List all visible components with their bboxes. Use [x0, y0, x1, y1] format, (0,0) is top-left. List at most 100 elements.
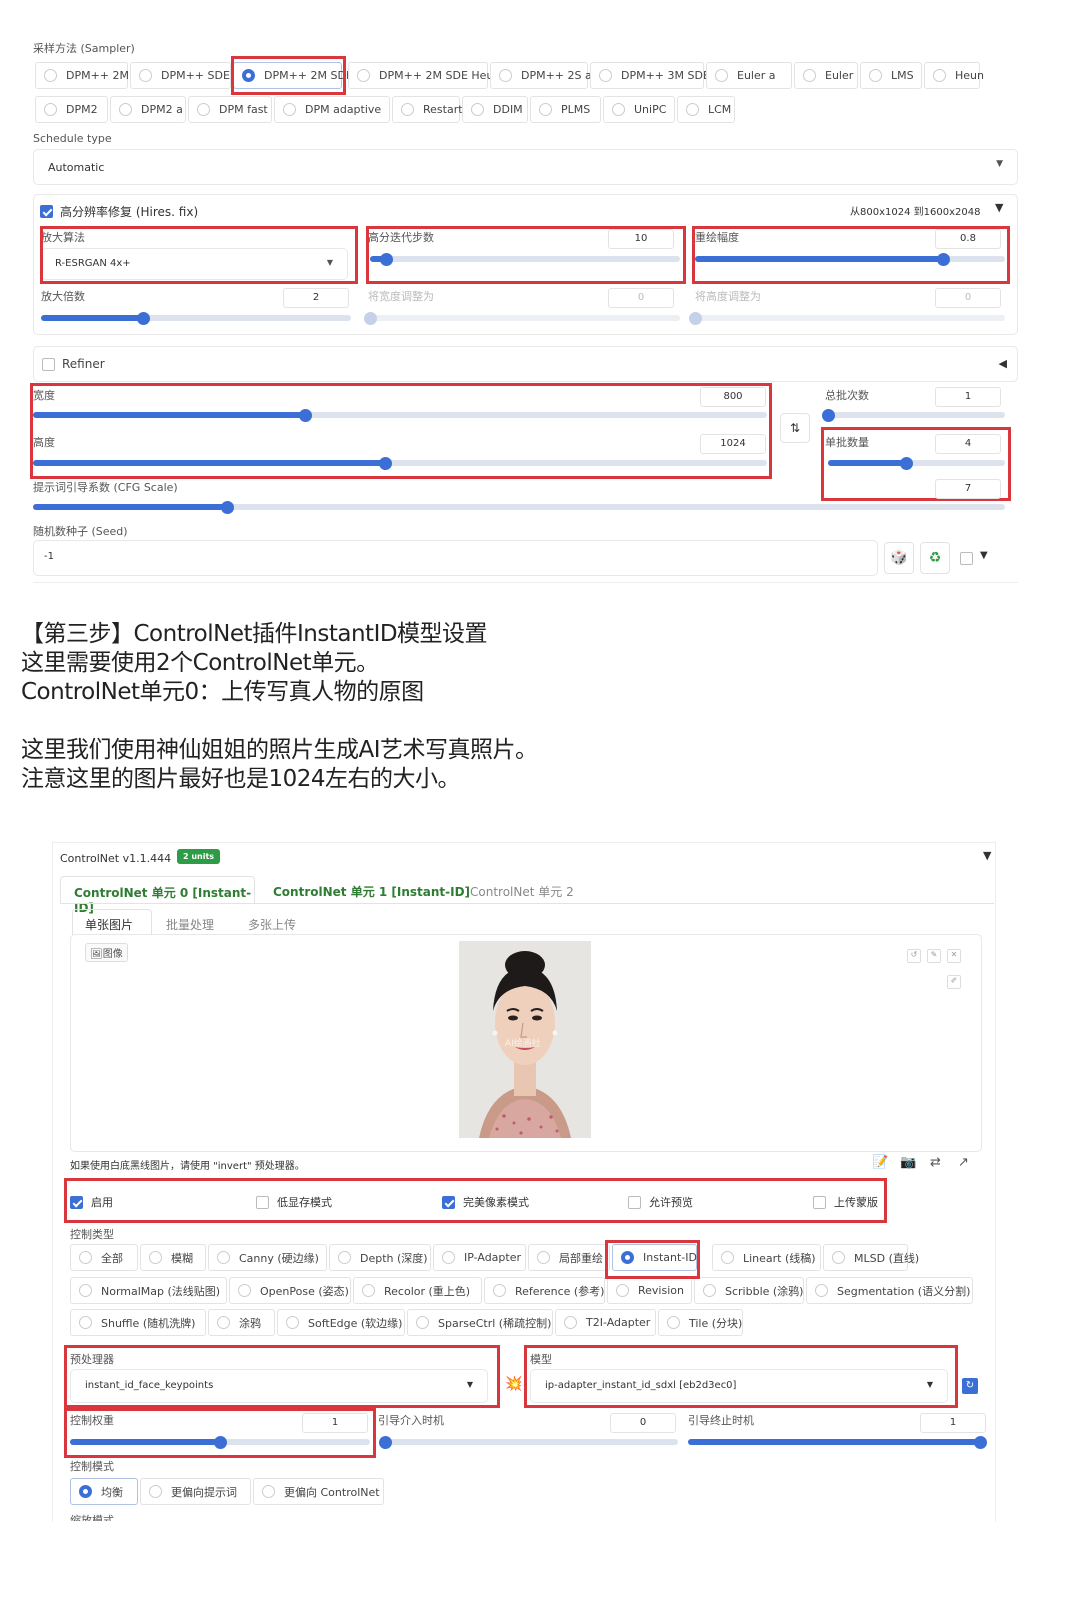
control-mode-item[interactable]: 更偏向提示词 — [140, 1478, 251, 1505]
width-input[interactable]: 800 — [700, 387, 766, 407]
batch-count-slider[interactable] — [822, 408, 1005, 422]
control-type-instant-id[interactable]: Instant-ID — [612, 1244, 697, 1271]
model-select[interactable]: ip-adapter_instant_id_sdxl [eb2d3ec0] ▼ — [530, 1369, 948, 1403]
sampler-dpm-fast[interactable]: DPM fast — [188, 96, 272, 123]
control-type-scribble[interactable]: Scribble (涂鸦) — [694, 1277, 804, 1304]
height-input[interactable]: 1024 — [700, 434, 766, 454]
resize-height-slider[interactable] — [689, 311, 1005, 325]
camera-icon[interactable]: 📷 — [900, 1155, 916, 1170]
sampler-dpm-sde[interactable]: DPM++ SDE — [130, 62, 231, 89]
undo-icon[interactable]: ↺ — [907, 949, 921, 963]
control-mode-controlnet[interactable]: 更偏向 ControlNet — [253, 1478, 384, 1505]
upscaler-select[interactable]: R-ESRGAN 4x+ ▼ — [41, 248, 348, 280]
option-3[interactable]: 允许预览 — [628, 1194, 693, 1210]
chevron-down-icon[interactable]: ▼ — [980, 550, 988, 561]
tab-unit-1[interactable]: ControlNet 单元 1 [Instant-ID] — [273, 883, 470, 900]
resize-height-input[interactable]: 0 — [935, 288, 1001, 308]
batch-size-slider[interactable] — [828, 456, 1005, 470]
sampler-euler[interactable]: Euler — [794, 62, 858, 89]
swap-dimensions-button[interactable]: ⇅ — [780, 413, 810, 443]
extra-seed-checkbox[interactable] — [960, 552, 973, 565]
brush-icon[interactable]: ✎ — [927, 949, 941, 963]
sampler-dpm2-a[interactable]: DPM2 a — [110, 96, 186, 123]
sampler-lms[interactable]: LMS — [860, 62, 922, 89]
cfg-input[interactable]: 7 — [935, 479, 1001, 499]
swap-icon[interactable]: ⇄ — [930, 1155, 941, 1170]
collapse-icon[interactable]: ▼ — [983, 849, 991, 862]
batch-count-input[interactable]: 1 — [935, 387, 1001, 407]
sampler-plms[interactable]: PLMS — [530, 96, 601, 123]
denoise-input[interactable]: 0.8 — [935, 229, 1001, 249]
weight-input[interactable]: 1 — [302, 1413, 368, 1433]
expand-icon[interactable]: ◀ — [999, 357, 1007, 370]
tab-unit-0[interactable]: ControlNet 单元 0 [Instant-ID] — [60, 876, 255, 915]
control-type-shuffle[interactable]: Shuffle (随机洗牌) — [70, 1309, 206, 1336]
resize-width-slider[interactable] — [364, 311, 680, 325]
cfg-slider[interactable] — [33, 500, 1005, 514]
sampler-ddim[interactable]: DDIM — [462, 96, 528, 123]
control-type-t2i-adapter[interactable]: T2I-Adapter — [555, 1309, 656, 1336]
control-type-segmentation[interactable]: Segmentation (语义分割) — [806, 1277, 973, 1304]
control-type-openpose[interactable]: OpenPose (姿态) — [229, 1277, 351, 1304]
option-2[interactable]: 完美像素模式 — [442, 1194, 529, 1210]
sampler-dpm-adaptive[interactable]: DPM adaptive — [274, 96, 390, 123]
control-type-reference[interactable]: Reference (参考) — [484, 1277, 605, 1304]
sampler-dpm2[interactable]: DPM2 — [35, 96, 108, 123]
close-icon[interactable]: ✕ — [947, 949, 961, 963]
tab-unit-2[interactable]: ControlNet 单元 2 — [470, 883, 574, 900]
hires-scale-input[interactable]: 2 — [283, 288, 349, 308]
control-mode-item[interactable]: 均衡 — [70, 1478, 138, 1505]
control-type-mlsd[interactable]: MLSD (直线) — [823, 1244, 919, 1271]
control-type-tile[interactable]: Tile (分块) — [658, 1309, 743, 1336]
height-slider[interactable] — [33, 456, 767, 470]
edit-icon[interactable]: ✐ — [947, 975, 961, 989]
control-type-ip-adapter[interactable]: IP-Adapter — [433, 1244, 526, 1271]
option-0[interactable]: 启用 — [70, 1194, 113, 1210]
control-type-item[interactable]: 涂鸦 — [208, 1309, 275, 1336]
collapse-icon[interactable]: ▼ — [995, 201, 1003, 214]
preprocessor-select[interactable]: instant_id_face_keypoints ▼ — [70, 1369, 488, 1403]
start-slider[interactable] — [379, 1435, 678, 1449]
sampler-heun[interactable]: Heun — [924, 62, 984, 89]
batch-size-input[interactable]: 4 — [935, 434, 1001, 454]
explode-icon[interactable]: 💥 — [505, 1376, 522, 1392]
start-input[interactable]: 0 — [610, 1413, 676, 1433]
refresh-icon[interactable]: ↻ — [962, 1378, 978, 1394]
control-type-softedge[interactable]: SoftEdge (软边缘) — [277, 1309, 405, 1336]
sampler-dpm-2m-sde[interactable]: DPM++ 2M SDE — [233, 62, 353, 89]
schedule-select[interactable]: Automatic ▼ — [33, 149, 1018, 185]
resize-width-input[interactable]: 0 — [608, 288, 674, 308]
sampler-dpm-2s-a[interactable]: DPM++ 2S a — [490, 62, 592, 89]
subtab-batch[interactable]: 批量处理 — [166, 916, 214, 933]
sampler-dpm-3m-sde[interactable]: DPM++ 3M SDE — [590, 62, 710, 89]
control-type-normalmap[interactable]: NormalMap (法线贴图) — [70, 1277, 227, 1304]
sampler-unipc[interactable]: UniPC — [603, 96, 675, 123]
recycle-icon[interactable]: ♻ — [920, 542, 950, 574]
notepad-icon[interactable]: 📝 — [872, 1155, 888, 1170]
hires-scale-slider[interactable] — [41, 311, 351, 325]
control-type-item[interactable]: 模糊 — [140, 1244, 206, 1271]
send-icon[interactable]: ↗ — [958, 1155, 969, 1170]
sampler-dpm-2m-sde-heun[interactable]: DPM++ 2M SDE Heun — [348, 62, 500, 89]
end-slider[interactable] — [688, 1435, 987, 1449]
option-1[interactable]: 低显存模式 — [256, 1194, 332, 1210]
weight-slider[interactable] — [70, 1435, 370, 1449]
option-4[interactable]: 上传蒙版 — [813, 1194, 878, 1210]
hires-steps-slider[interactable] — [370, 252, 680, 266]
end-input[interactable]: 1 — [920, 1413, 986, 1433]
sampler-lcm[interactable]: LCM — [677, 96, 735, 123]
dice-icon[interactable]: 🎲 — [884, 542, 914, 574]
control-type-lineart[interactable]: Lineart (线稿) — [712, 1244, 821, 1271]
hires-fix-checkbox[interactable] — [40, 205, 53, 218]
sampler-restart[interactable]: Restart — [392, 96, 463, 123]
subtab-single[interactable]: 单张图片 — [72, 909, 152, 935]
control-type-item[interactable]: 局部重绘 — [528, 1244, 610, 1271]
denoise-slider[interactable] — [695, 252, 1005, 266]
refiner-panel[interactable]: Refiner ◀ — [33, 346, 1018, 382]
control-type-depth[interactable]: Depth (深度) — [329, 1244, 431, 1271]
control-type-sparsectrl[interactable]: SparseCtrl (稀疏控制) — [407, 1309, 553, 1336]
seed-input[interactable]: -1 — [33, 540, 878, 576]
control-type-recolor[interactable]: Recolor (重上色) — [353, 1277, 482, 1304]
control-type-revision[interactable]: Revision — [607, 1277, 692, 1304]
refiner-checkbox[interactable] — [42, 358, 55, 371]
